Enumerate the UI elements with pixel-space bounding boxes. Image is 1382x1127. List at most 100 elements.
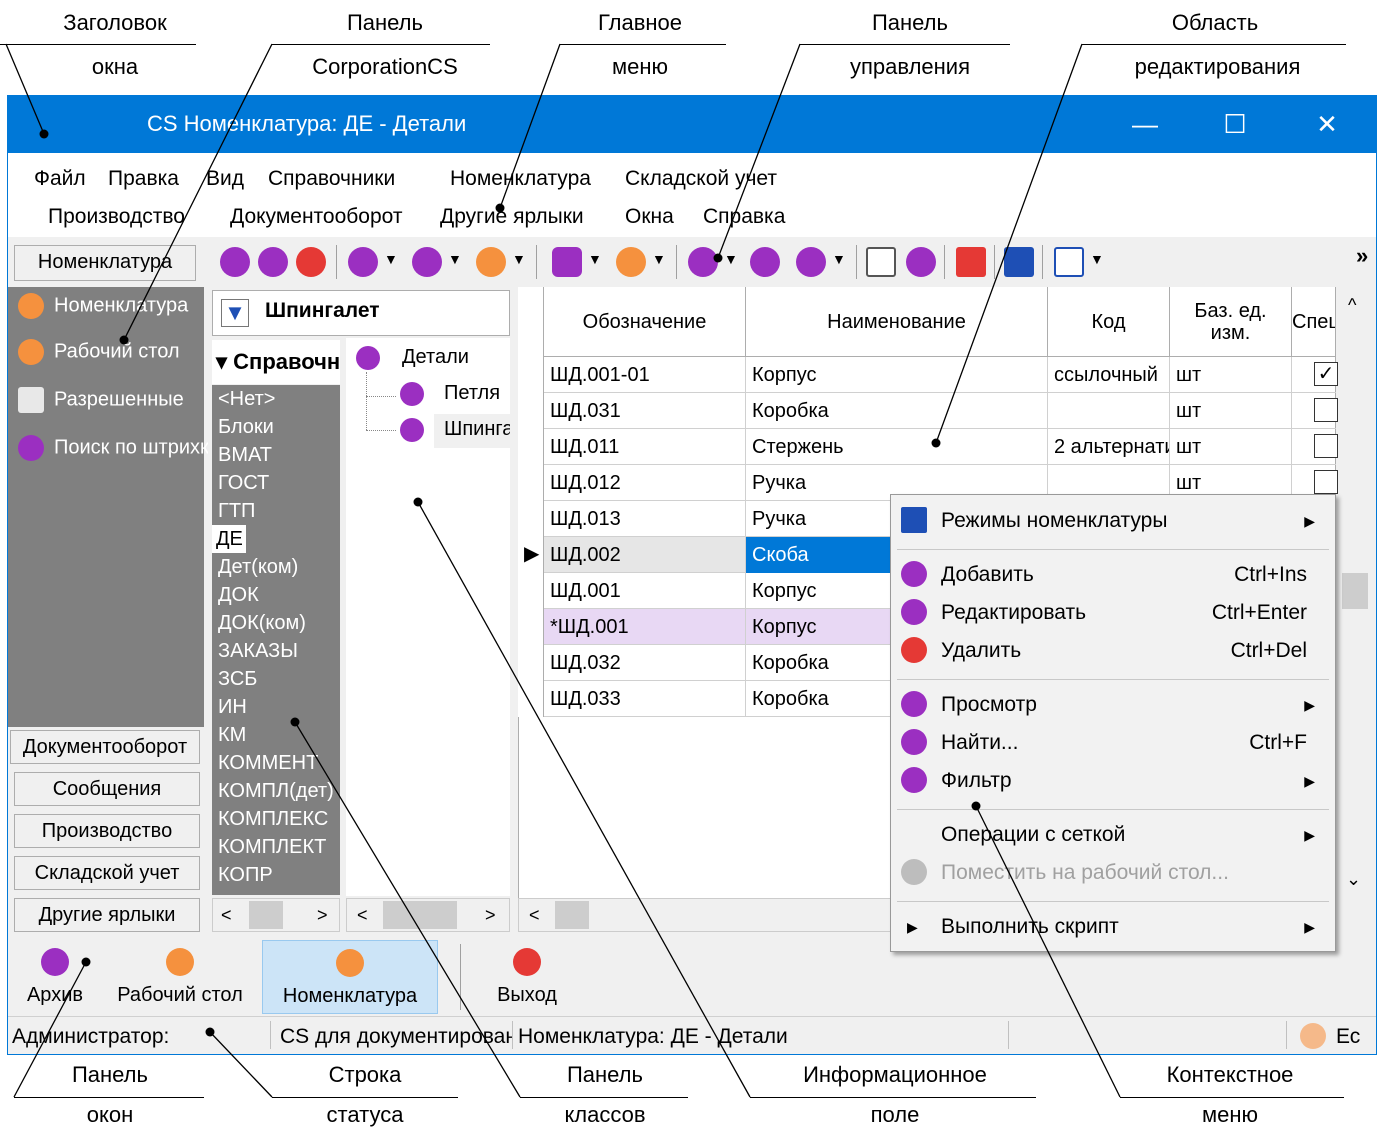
tree-item-hinge[interactable]: Петля	[444, 382, 500, 405]
add-icon[interactable]	[220, 247, 250, 277]
menu-file[interactable]: Файл	[34, 167, 86, 191]
scroll-up-icon[interactable]: ^	[1348, 295, 1356, 316]
list-item[interactable]: Блоки	[212, 413, 340, 441]
list-item[interactable]: КОММЕНТ	[212, 749, 340, 777]
list-item[interactable]: ГОСТ	[212, 469, 340, 497]
list-item[interactable]: КОМПЛЕКТ	[212, 833, 340, 861]
list-item[interactable]: Дет(ком)	[212, 553, 340, 581]
column-header-designation[interactable]: Обозначение	[544, 287, 746, 357]
sidebar-button-warehouse[interactable]: Складской учет	[14, 856, 200, 890]
delete-icon[interactable]	[296, 247, 326, 277]
filter-icon[interactable]	[688, 247, 718, 277]
list-item[interactable]: КОМПЛЕКС	[212, 805, 340, 833]
list-item[interactable]: ЗСБ	[212, 665, 340, 693]
tree-item-latch[interactable]: Шпингалет	[444, 418, 510, 441]
sidebar-item-desktop[interactable]: Рабочий стол	[18, 339, 208, 371]
menu-production[interactable]: Производство	[48, 205, 185, 229]
menu-help[interactable]: Справка	[703, 205, 785, 229]
list-item[interactable]: ЗАКАЗЫ	[212, 637, 340, 665]
ctx-filter[interactable]: Фильтр	[941, 769, 1012, 793]
ctx-add[interactable]: Добавить	[941, 563, 1034, 587]
list-item[interactable]: ДОК	[212, 581, 340, 609]
taskbar-desktop[interactable]: Рабочий стол	[100, 940, 260, 1014]
run-icon[interactable]	[616, 247, 646, 277]
menu-windows[interactable]: Окна	[625, 205, 674, 229]
table-row[interactable]: ШД.011Стержень2 альтернативышт	[544, 429, 1336, 465]
list-item[interactable]: КОМПЛ(дет)	[212, 777, 340, 805]
ctx-modes[interactable]: Режимы номенклатуры	[941, 509, 1167, 533]
list-item[interactable]: ИН	[212, 693, 340, 721]
menu-nomenclature[interactable]: Номенклатура	[450, 167, 591, 191]
list-item[interactable]: ДОК(ком)	[212, 609, 340, 637]
column-header-code[interactable]: Код	[1048, 287, 1170, 357]
maximize-button[interactable]: ☐	[1215, 105, 1255, 143]
table-icon[interactable]	[1004, 247, 1034, 277]
refresh-icon[interactable]	[476, 247, 506, 277]
taskbar-nomenclature[interactable]: Номенклатура	[262, 940, 438, 1014]
document-icon	[400, 418, 424, 442]
spec-checkbox[interactable]	[1314, 398, 1338, 422]
sidebar-button-production[interactable]: Производство	[14, 814, 200, 848]
taskbar-archive[interactable]: Архив	[12, 940, 98, 1014]
ctx-run-script[interactable]: Выполнить скрипт	[941, 915, 1119, 939]
menu-warehouse[interactable]: Складской учет	[625, 167, 777, 191]
list-item[interactable]: ГТП	[212, 497, 340, 525]
grid-vscroll[interactable]: ^ ⌄	[1338, 287, 1372, 903]
sidebar-button-docflow[interactable]: Документооборот	[10, 730, 200, 764]
scroll-thumb[interactable]	[1342, 573, 1368, 609]
list-item[interactable]: <Нет>	[212, 385, 340, 413]
classes-hscroll[interactable]: < >	[212, 898, 340, 932]
sidebar-button-other[interactable]: Другие ярлыки	[14, 898, 200, 932]
list-item-selected[interactable]: ДЕ	[212, 525, 246, 553]
ctx-view[interactable]: Просмотр	[941, 693, 1037, 717]
classes-header[interactable]: ▾ Справочники	[212, 340, 340, 384]
edit-icon[interactable]	[258, 247, 288, 277]
column-header-spec[interactable]: Спец	[1292, 287, 1336, 357]
tree-hscroll[interactable]: < >	[346, 898, 510, 932]
list-item[interactable]: КМ	[212, 721, 340, 749]
globe-icon[interactable]	[796, 247, 826, 277]
view-icon[interactable]	[412, 247, 442, 277]
menu-docflow[interactable]: Документооборот	[230, 205, 403, 229]
ctx-edit[interactable]: Редактировать	[941, 601, 1086, 625]
annotation-edit-area-2: редактирования	[1134, 54, 1301, 79]
list-item[interactable]: ВМАТ	[212, 441, 340, 469]
sidebar-item-permitted[interactable]: Разрешенные	[18, 387, 208, 419]
copy-icon[interactable]	[866, 247, 896, 277]
table-row[interactable]: ШД.031 Коробка шт	[544, 393, 1336, 429]
minimize-button[interactable]: —	[1125, 105, 1165, 143]
add-column-icon[interactable]	[1054, 247, 1084, 277]
ctx-delete[interactable]: Удалить	[941, 639, 1021, 663]
search-icon[interactable]	[750, 247, 780, 277]
sidebar-button-messages[interactable]: Сообщения	[14, 772, 200, 806]
print-icon[interactable]	[552, 247, 582, 277]
spec-checkbox-checked[interactable]: ✓	[1314, 362, 1338, 386]
close-button[interactable]: ✕	[1307, 105, 1347, 143]
object-name: Шпингалет	[265, 299, 380, 322]
menu-view[interactable]: Вид	[206, 167, 244, 191]
annotation-menu-1: Главное	[597, 10, 683, 35]
menu-other-shortcuts[interactable]: Другие ярлыки	[440, 205, 584, 229]
link-icon[interactable]	[348, 247, 378, 277]
hierarchy-icon[interactable]	[956, 247, 986, 277]
sidebar-item-barcode-search[interactable]: Поиск по штрихкоду	[18, 435, 208, 467]
sidebar-item-nomenclature[interactable]: Номенклатура	[18, 293, 208, 325]
taskbar-exit[interactable]: Выход	[482, 940, 572, 1014]
info-icon[interactable]	[906, 247, 936, 277]
funnel-icon[interactable]: ▼	[221, 299, 249, 327]
menu-references[interactable]: Справочники	[268, 167, 395, 191]
spec-checkbox[interactable]	[1314, 470, 1338, 494]
toolbar-overflow-icon[interactable]: »	[1356, 243, 1368, 269]
sidebar-top-button[interactable]: Номенклатура	[14, 245, 196, 281]
scroll-down-icon[interactable]: ⌄	[1346, 869, 1361, 890]
ctx-grid-ops[interactable]: Операции с сеткой	[941, 823, 1125, 847]
list-item[interactable]: КОПР	[212, 861, 340, 889]
column-header-name[interactable]: Наименование	[746, 287, 1048, 357]
menu-edit[interactable]: Правка	[108, 167, 179, 191]
spec-checkbox[interactable]	[1314, 434, 1338, 458]
table-row[interactable]: ШД.001-01 Корпус ссылочный шт	[544, 357, 1336, 393]
tree-root[interactable]: Детали	[402, 346, 469, 369]
annotation-cs-panel-2: CorporationCS	[312, 54, 458, 79]
column-header-unit[interactable]: Баз. ед. изм.	[1170, 287, 1292, 357]
ctx-find[interactable]: Найти...	[941, 731, 1018, 755]
